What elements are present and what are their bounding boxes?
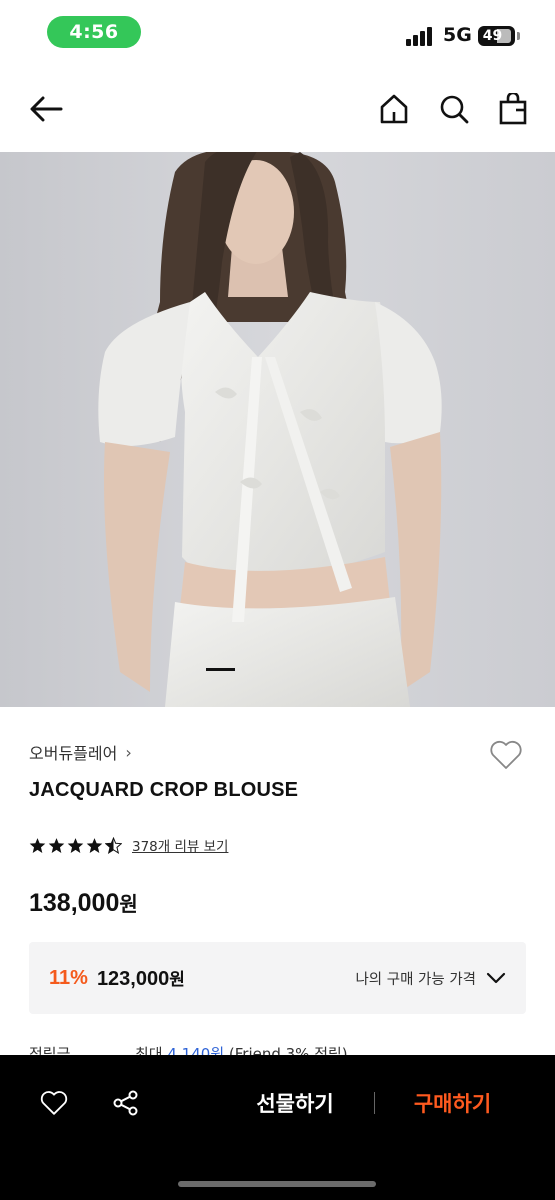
status-bar: 4:56 5G 49 xyxy=(0,0,555,66)
search-icon xyxy=(440,95,469,124)
divider xyxy=(374,1092,375,1114)
cellular-signal-icon xyxy=(406,26,436,46)
product-photo-illustration xyxy=(0,152,555,707)
discount-price: 123,000원 xyxy=(97,965,185,991)
rating-stars xyxy=(29,836,122,854)
gift-button[interactable]: 선물하기 xyxy=(235,1085,355,1121)
heart-icon xyxy=(490,740,522,769)
original-price-value: 138,000 xyxy=(29,889,120,917)
battery-icon: 49 xyxy=(478,26,515,46)
share-button[interactable] xyxy=(108,1085,144,1121)
my-price-dropdown[interactable]: 11% 123,000원 나의 구매 가능 가격 xyxy=(29,942,526,1014)
shopping-bag-button[interactable] xyxy=(491,87,535,131)
rating-row: 378개 리뷰 보기 xyxy=(29,835,228,855)
currency-unit: 원 xyxy=(119,892,138,916)
bottom-action-bar: 선물하기 구매하기 xyxy=(0,1055,555,1200)
heart-icon xyxy=(40,1091,68,1115)
battery-level: 49 xyxy=(482,28,503,44)
discount-price-value: 123,000 xyxy=(96,968,170,990)
half-star-icon xyxy=(105,836,122,854)
brand-name: 오버듀플레어 xyxy=(29,744,118,763)
chevron-right-icon: › xyxy=(125,742,132,762)
chevron-down-icon xyxy=(486,972,506,984)
shopping-bag-icon xyxy=(499,93,527,125)
carousel-indicator xyxy=(206,668,235,671)
review-link[interactable]: 378개 리뷰 보기 xyxy=(132,835,228,855)
home-button[interactable] xyxy=(372,87,416,131)
top-nav-bar xyxy=(0,66,555,152)
product-image[interactable] xyxy=(0,152,555,707)
my-price-label: 나의 구매 가능 가격 xyxy=(355,971,476,988)
star-icon xyxy=(67,837,84,853)
original-price: 138,000원 xyxy=(29,888,138,918)
star-icon xyxy=(86,837,103,853)
back-arrow-icon xyxy=(30,96,63,122)
bottom-wishlist-button[interactable] xyxy=(36,1085,72,1121)
brand-link[interactable]: 오버듀플레어 › xyxy=(29,740,132,764)
home-indicator xyxy=(178,1181,376,1187)
status-time: 4:56 xyxy=(47,16,141,48)
star-icon xyxy=(48,837,65,853)
share-icon xyxy=(113,1090,138,1116)
search-button[interactable] xyxy=(432,87,476,131)
wishlist-button[interactable] xyxy=(488,737,524,773)
discount-price-unit: 원 xyxy=(169,970,185,990)
product-title: JACQUARD CROP BLOUSE xyxy=(29,779,299,801)
back-button[interactable] xyxy=(24,87,68,131)
network-type: 5G xyxy=(443,24,472,46)
star-icon xyxy=(29,837,46,853)
buy-button[interactable]: 구매하기 xyxy=(395,1085,510,1121)
home-icon xyxy=(380,94,408,124)
discount-rate: 11% xyxy=(49,966,88,989)
